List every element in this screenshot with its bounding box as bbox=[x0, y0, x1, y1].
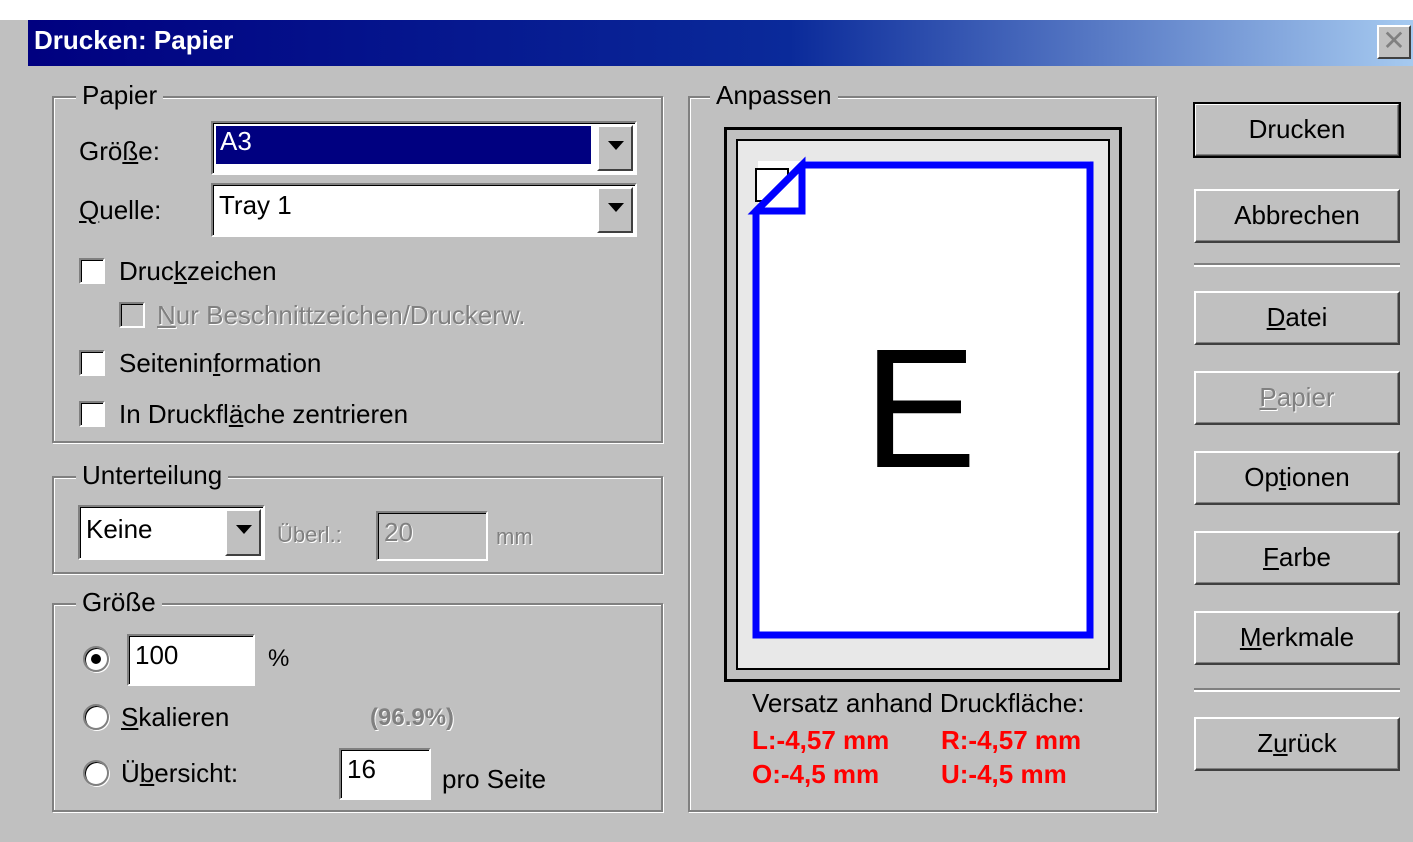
button-separator-2 bbox=[1194, 688, 1400, 692]
ueberl-unit: mm bbox=[496, 524, 533, 549]
window-title: Drucken: Papier bbox=[34, 25, 234, 55]
quelle-select[interactable]: Tray 1 bbox=[211, 183, 637, 237]
ueberl-label: Überl.: bbox=[277, 522, 342, 547]
ueberl-input: 20 bbox=[376, 511, 488, 561]
papier-legend: Papier bbox=[76, 80, 164, 110]
uebersicht-input[interactable]: 16 bbox=[339, 748, 431, 800]
offset-bottom: U:-4,5 mm bbox=[941, 759, 1067, 789]
optionen-button[interactable]: Optionen bbox=[1194, 451, 1400, 505]
title-bar[interactable]: Drucken: Papier ✕ bbox=[28, 20, 1413, 66]
zurueck-button[interactable]: Zurück bbox=[1194, 717, 1400, 771]
seiteninformation-checkbox[interactable] bbox=[79, 350, 105, 376]
page-preview-graphic: E bbox=[747, 156, 1094, 639]
top-strip bbox=[0, 0, 1413, 20]
nur-beschnittzeichen-label: Nur Beschnittzeichen/Druckerw. bbox=[157, 300, 526, 330]
close-button[interactable]: ✕ bbox=[1377, 25, 1411, 59]
farbe-button[interactable]: Farbe bbox=[1194, 531, 1400, 585]
pro-seite-label: pro Seite bbox=[442, 764, 547, 794]
uebersicht-radio[interactable] bbox=[83, 760, 109, 786]
versatz-label: Versatz anhand Druckfläche: bbox=[752, 688, 1085, 718]
quelle-label: Quelle: bbox=[79, 195, 162, 225]
skalieren-label[interactable]: Skalieren bbox=[121, 702, 229, 732]
skalieren-radio[interactable] bbox=[83, 704, 109, 730]
uebersicht-label[interactable]: Übersicht: bbox=[121, 758, 238, 788]
preview-letter: E bbox=[863, 314, 976, 504]
druckzeichen-checkbox[interactable] bbox=[79, 258, 105, 284]
unterteilung-value: Keine bbox=[86, 514, 153, 544]
quelle-value: Tray 1 bbox=[219, 190, 292, 220]
merkmale-button[interactable]: Merkmale bbox=[1194, 611, 1400, 665]
druckzeichen-label[interactable]: Druckzeichen bbox=[119, 256, 277, 286]
groesse-label: Größe: bbox=[79, 136, 160, 166]
skalieren-value: (96.9%) bbox=[370, 704, 455, 731]
percent-sign: % bbox=[268, 645, 290, 672]
offset-left: L:-4,57 mm bbox=[752, 725, 890, 755]
groesse-legend: Größe bbox=[76, 587, 162, 617]
percent-radio[interactable] bbox=[83, 646, 109, 672]
button-separator-1 bbox=[1194, 263, 1400, 267]
chevron-down-icon[interactable] bbox=[225, 509, 261, 556]
unterteilung-select[interactable]: Keine bbox=[78, 505, 265, 560]
groesse-value: A3 bbox=[216, 126, 591, 164]
chevron-down-icon[interactable] bbox=[597, 125, 633, 171]
close-icon: ✕ bbox=[1382, 25, 1406, 56]
groesse-select[interactable]: A3 bbox=[211, 121, 637, 175]
zentrieren-label[interactable]: In Druckfläche zentrieren bbox=[119, 399, 408, 429]
papier-button: Papier bbox=[1194, 371, 1400, 425]
drucken-button[interactable]: Drucken bbox=[1193, 102, 1401, 158]
unterteilung-legend: Unterteilung bbox=[76, 460, 229, 490]
datei-button[interactable]: Datei bbox=[1194, 291, 1400, 345]
abbrechen-button[interactable]: Abbrechen bbox=[1194, 189, 1400, 243]
seiteninformation-label[interactable]: Seiteninformation bbox=[119, 348, 321, 378]
offset-right: R:-4,57 mm bbox=[941, 725, 1082, 755]
zentrieren-checkbox[interactable] bbox=[79, 401, 105, 427]
percent-input[interactable]: 100 bbox=[127, 634, 255, 686]
anpassen-legend: Anpassen bbox=[710, 80, 838, 110]
chevron-down-icon[interactable] bbox=[597, 187, 633, 233]
offset-top: O:-4,5 mm bbox=[752, 759, 880, 789]
nur-beschnittzeichen-checkbox bbox=[119, 302, 145, 328]
